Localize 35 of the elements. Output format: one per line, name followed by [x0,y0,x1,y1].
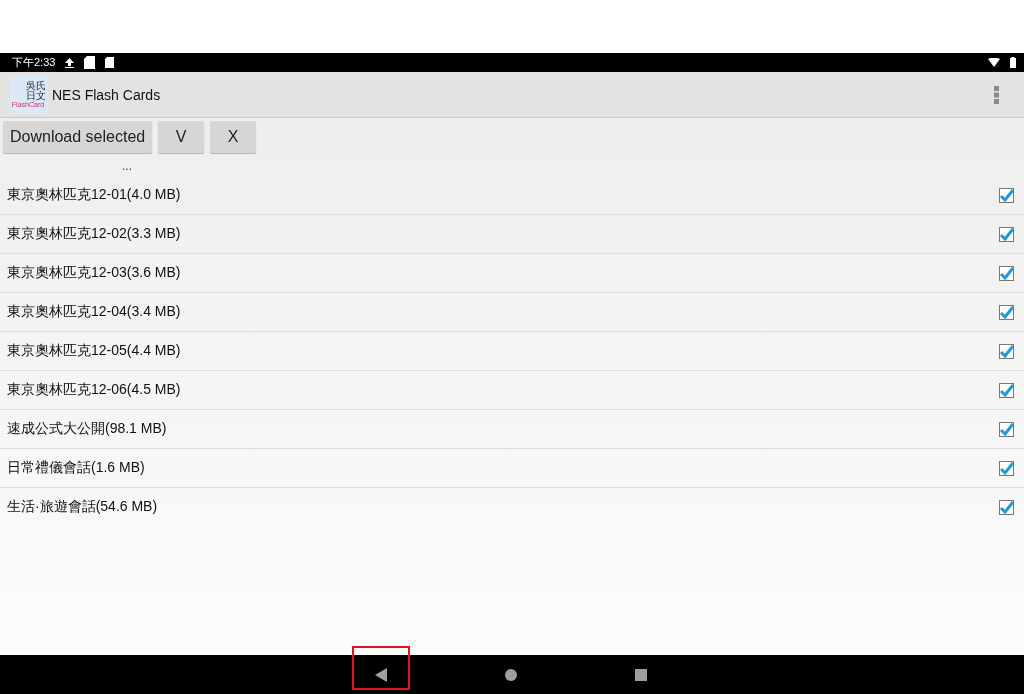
checkbox[interactable] [999,304,1014,320]
status-time: 下午2:33 [12,55,56,70]
file-label[interactable]: 東京奧林匹克12-02(3.3 MB) [7,225,999,243]
checkbox[interactable] [999,265,1014,281]
battery-icon [1010,57,1016,68]
checkbox[interactable] [999,421,1014,437]
sd-card-icon [84,56,96,69]
upload-icon [65,57,75,68]
toolbar-button[interactable]: X [210,121,257,153]
sd-card-icon [105,57,115,68]
logo-text: 吳氏 [26,80,46,91]
file-label[interactable]: 日常禮儀會話(1.6 MB) [7,459,999,477]
logo-text: 日文 [26,90,46,101]
file-label[interactable]: 東京奧林匹克12-06(4.5 MB) [7,381,999,399]
home-icon [505,668,517,681]
wifi-icon [988,58,1000,67]
parent-entry[interactable]: ... [0,156,1024,176]
overflow-menu-icon[interactable] [994,85,1000,104]
file-label[interactable]: 東京奧林匹克12-03(3.6 MB) [7,264,999,282]
file-label[interactable]: 速成公式大公開(98.1 MB) [7,420,999,438]
checkbox[interactable] [999,499,1014,515]
file-label[interactable]: 東京奧林匹克12-01(4.0 MB) [7,186,999,204]
recents-icon [635,668,647,681]
back-icon [375,667,387,682]
checkbox[interactable] [999,187,1014,203]
file-label[interactable]: 東京奧林匹克12-05(4.4 MB) [7,342,999,360]
file-label[interactable]: 生活·旅遊會話(54.6 MB) [7,498,999,516]
toolbar-button[interactable]: V [158,121,205,153]
app-title: NES Flash Cards [52,86,162,103]
download-selected-button[interactable]: Download selected [3,121,153,153]
file-label[interactable]: 東京奧林匹克12-04(3.4 MB) [7,303,999,321]
checkbox[interactable] [999,343,1014,359]
checkbox[interactable] [999,226,1014,242]
checkbox[interactable] [999,460,1014,476]
checkbox[interactable] [999,382,1014,398]
